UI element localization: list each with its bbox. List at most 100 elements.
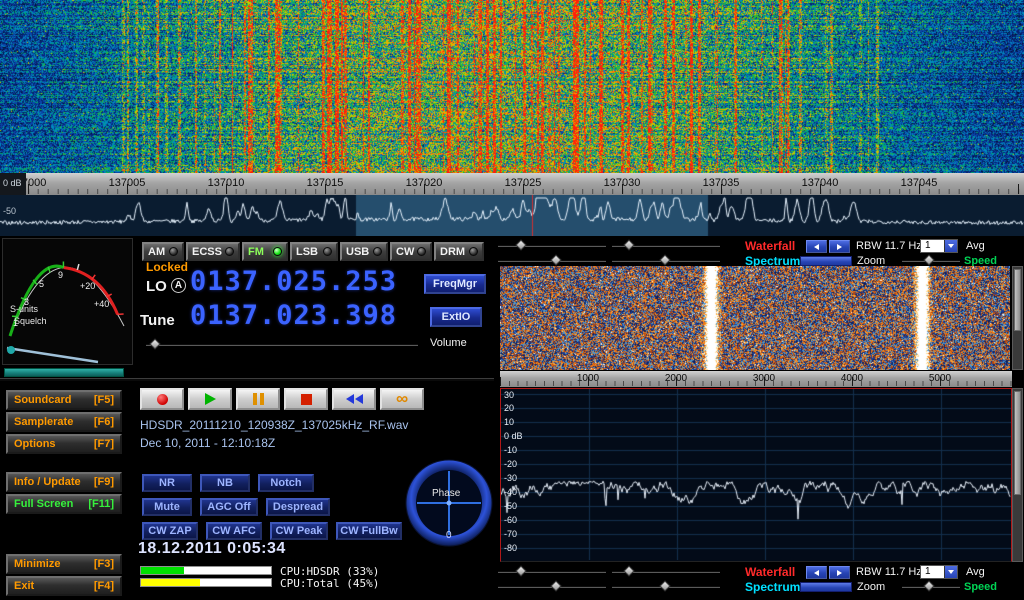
waterfall-contrast-slider[interactable]	[498, 240, 606, 251]
button-label: Soundcard	[14, 394, 71, 406]
mode-button-usb[interactable]: USB	[340, 242, 388, 261]
avg-dropdown-button[interactable]	[944, 566, 957, 578]
mode-label: USB	[346, 246, 369, 258]
minimize-button[interactable]: Minimize[F3]	[6, 554, 122, 574]
volume-slider[interactable]	[146, 339, 418, 350]
s-meter: 1 3 5 9 +20 +40 S-units Squelch	[2, 238, 133, 365]
mode-label: ECSS	[192, 246, 222, 258]
mode-label: DRM	[440, 246, 465, 258]
tune-frequency-display[interactable]: 0137.023.398	[190, 300, 397, 331]
slider-thumb[interactable]	[550, 254, 561, 265]
pause-icon	[253, 393, 264, 405]
info-update-button[interactable]: Info / Update[F9]	[6, 472, 122, 492]
avg-label: Avg	[966, 240, 985, 252]
right-waterfall-display[interactable]	[500, 266, 1010, 370]
waterfall-scrollbar[interactable]	[1012, 266, 1023, 370]
freq-tick-label: 137025	[505, 177, 542, 189]
bottom-speed-slider[interactable]	[902, 581, 960, 592]
cw-afc-button[interactable]: CW AFC	[206, 522, 262, 540]
panel-divider	[0, 378, 494, 381]
mode-button-drm[interactable]: DRM	[434, 242, 484, 261]
slider-thumb[interactable]	[924, 580, 935, 591]
slider-thumb[interactable]	[623, 239, 634, 250]
rbw-label: RBW 11.7 Hz	[856, 240, 922, 252]
main-spectrum-display[interactable]	[0, 195, 1024, 236]
record-button[interactable]	[140, 388, 184, 410]
bottom-zoom-slider[interactable]	[800, 582, 852, 592]
cw-zap-button[interactable]: CW ZAP	[142, 522, 198, 540]
bottom-spectrum-offset-slider[interactable]	[612, 581, 720, 592]
freqmgr-button[interactable]: FreqMgr	[424, 274, 486, 294]
slider-thumb[interactable]	[659, 254, 670, 265]
extio-button[interactable]: ExtIO	[430, 307, 482, 327]
db-tick-label: 30	[504, 390, 514, 400]
ruler-minor-ticks	[0, 189, 1024, 194]
cw-fullbw-button[interactable]: CW FullBw	[336, 522, 402, 540]
scrollbar-thumb[interactable]	[1014, 269, 1021, 331]
right-frequency-ruler[interactable]: 10002000300040005000	[500, 371, 1012, 387]
mode-button-cw[interactable]: CW	[390, 242, 432, 261]
scroll-right-button[interactable]	[829, 566, 850, 579]
bottom-avg-select[interactable]: 1	[920, 565, 958, 579]
soundcard-button[interactable]: Soundcard[F5]	[6, 390, 122, 410]
slider-thumb[interactable]	[150, 338, 161, 349]
right-spectrum-display[interactable]: 3020100 dB-10-20-30-40-50-60-70-80	[500, 388, 1012, 562]
play-icon	[205, 393, 216, 405]
mute-button[interactable]: Mute	[142, 498, 192, 516]
spectrum-offset-slider[interactable]	[612, 255, 720, 266]
zoom-slider[interactable]	[800, 256, 852, 266]
main-waterfall-display[interactable]	[0, 0, 1024, 173]
cw-peak-button[interactable]: CW Peak	[270, 522, 328, 540]
speed-slider[interactable]	[902, 255, 960, 266]
freq-tick-label: 3000	[753, 373, 775, 384]
scroll-left-button[interactable]	[806, 566, 827, 579]
slider-thumb[interactable]	[550, 580, 561, 591]
slider-thumb[interactable]	[516, 239, 527, 250]
scrollbar-thumb[interactable]	[1014, 391, 1021, 495]
notch-button[interactable]: Notch	[258, 474, 314, 492]
waterfall-brightness-slider[interactable]	[612, 240, 720, 251]
samplerate-button[interactable]: Samplerate[F6]	[6, 412, 122, 432]
avg-select[interactable]: 1	[920, 239, 958, 253]
main-frequency-ruler[interactable]: 1370001370051370101370151370201370251370…	[0, 173, 1024, 195]
scroll-left-button[interactable]	[806, 240, 827, 253]
play-button[interactable]	[188, 388, 232, 410]
slider-thumb[interactable]	[623, 565, 634, 576]
exit-button[interactable]: Exit[F4]	[6, 576, 122, 596]
bottom-waterfall-brightness-slider[interactable]	[612, 566, 720, 577]
rewind-button[interactable]	[332, 388, 376, 410]
mode-button-lsb[interactable]: LSB	[290, 242, 338, 261]
lo-frequency-display[interactable]: 0137.025.253	[190, 266, 397, 297]
slider-thumb[interactable]	[516, 565, 527, 576]
lo-label: LO	[146, 278, 167, 295]
bottom-waterfall-contrast-slider[interactable]	[498, 566, 606, 577]
avg-dropdown-button[interactable]	[944, 240, 957, 252]
spectrum-contrast-slider[interactable]	[498, 255, 606, 266]
loop-button[interactable]	[380, 388, 424, 410]
pause-button[interactable]	[236, 388, 280, 410]
agc-off-button[interactable]: AGC Off	[200, 498, 258, 516]
despread-button[interactable]: Despread	[266, 498, 330, 516]
nr-button[interactable]: NR	[142, 474, 192, 492]
slider-thumb[interactable]	[924, 254, 935, 265]
mode-led-icon	[373, 247, 382, 256]
slider-thumb[interactable]	[659, 580, 670, 591]
squelch-slider[interactable]	[4, 368, 124, 377]
spectrum-scrollbar[interactable]	[1012, 388, 1023, 562]
fullscreen-button[interactable]: Full Screen[F11]	[6, 494, 122, 514]
bottom-spectrum-contrast-slider[interactable]	[498, 581, 606, 592]
mode-button-fm[interactable]: FM	[242, 242, 288, 261]
options-button[interactable]: Options[F7]	[6, 434, 122, 454]
mode-button-ecss[interactable]: ECSS	[186, 242, 240, 261]
freq-tick-label: 4000	[841, 373, 863, 384]
stop-button[interactable]	[284, 388, 328, 410]
right-arrow-icon	[837, 570, 842, 576]
lo-lock-badge[interactable]: A	[171, 278, 186, 293]
volume-label: Volume	[430, 337, 467, 349]
scroll-right-button[interactable]	[829, 240, 850, 253]
smeter-plus20-label: +20	[80, 281, 95, 291]
mode-button-am[interactable]: AM	[142, 242, 184, 261]
bottom-avg-label: Avg	[966, 566, 985, 578]
db-tick-label: -30	[504, 473, 517, 483]
nb-button[interactable]: NB	[200, 474, 250, 492]
